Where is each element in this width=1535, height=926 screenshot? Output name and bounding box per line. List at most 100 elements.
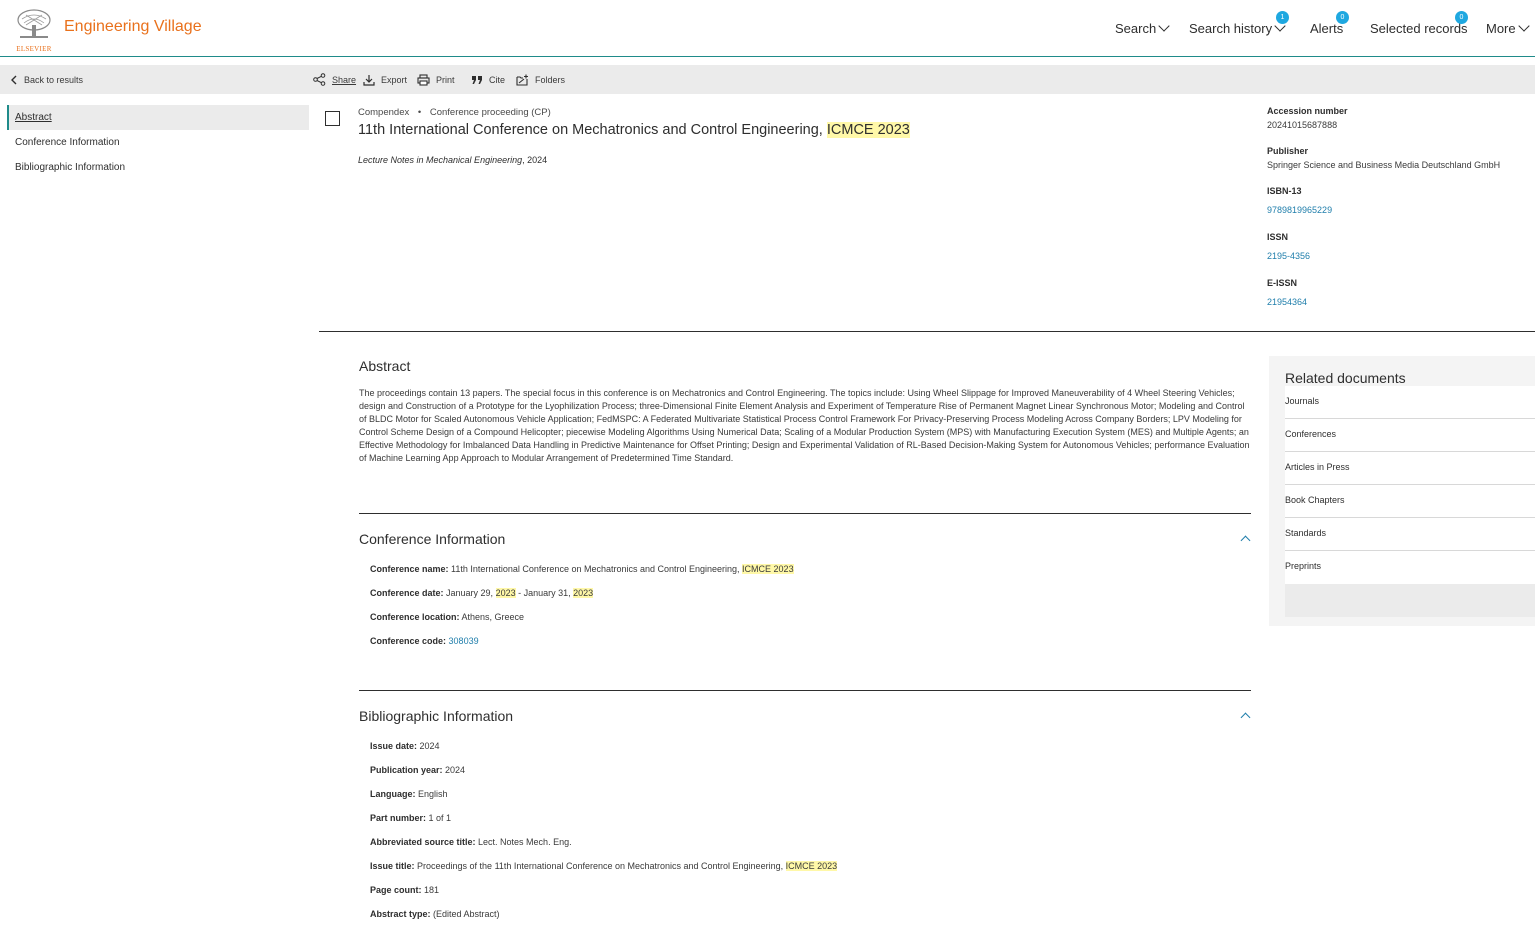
document-type: Conference proceeding (CP) — [429, 107, 551, 118]
source-line: Lecture Notes in Mechanical Engineering,… — [358, 155, 547, 165]
abbreviated-source-title-value: Lect. Notes Mech. Eng. — [475, 837, 572, 847]
conference-location-field: Conference location: Athens, Greece — [370, 612, 524, 622]
select-record-checkbox[interactable] — [325, 111, 340, 126]
elsevier-logo[interactable]: ELSEVIER — [16, 9, 52, 53]
nav-alerts[interactable]: Alerts — [1310, 21, 1343, 36]
print-button[interactable]: Print — [417, 65, 455, 94]
abbreviated-source-title-label: Abbreviated source title: — [370, 837, 476, 847]
issue-title-value: Proceedings of the 11th International Co… — [414, 861, 786, 871]
folders-label: Folders — [535, 74, 566, 85]
conference-date-start-year: 2023 — [495, 588, 516, 598]
sidebar-item-conference-information[interactable]: Conference Information — [7, 130, 309, 155]
publisher-label: Publisher — [1267, 146, 1309, 156]
conference-name-label: Conference name: — [370, 564, 449, 574]
nav-more[interactable]: More — [1486, 20, 1530, 36]
record-title-text: 11th International Conference on Mechatr… — [358, 122, 827, 138]
section-navigation: Abstract Conference Information Bibliogr… — [7, 105, 309, 180]
part-number-label: Part number: — [370, 813, 427, 823]
issn-link[interactable]: 2195-4356 — [1267, 251, 1532, 261]
cite-button[interactable]: Cite — [471, 65, 505, 94]
nav-selected-records-label: Selected records — [1370, 21, 1468, 36]
conference-info-heading: Conference Information — [359, 531, 506, 547]
related-item-standards[interactable]: Standards — [1285, 518, 1535, 551]
eissn-link[interactable]: 21954364 — [1267, 297, 1532, 307]
nav-search[interactable]: Search — [1115, 20, 1170, 36]
conference-name-highlight: ICMCE 2023 — [742, 564, 794, 574]
export-button[interactable]: Export — [363, 65, 407, 94]
conference-date-end-year: 2023 — [573, 588, 594, 598]
conference-location-value: Athens, Greece — [459, 612, 525, 622]
isbn-link[interactable]: 9789819965229 — [1267, 205, 1532, 215]
conference-date-end: - January 31, — [515, 588, 574, 598]
record-title: 11th International Conference on Mechatr… — [358, 122, 910, 138]
abstract-type-label: Abstract type: — [370, 909, 431, 919]
printer-icon — [417, 73, 430, 86]
abstract-text: The proceedings contain 13 papers. The s… — [359, 388, 1250, 463]
export-label: Export — [381, 74, 408, 85]
issn-label: ISSN — [1267, 232, 1289, 242]
related-item-journals[interactable]: Journals — [1285, 386, 1535, 419]
back-to-results-label: Back to results — [24, 74, 84, 85]
share-icon — [313, 73, 326, 86]
conference-name-field: Conference name: 11th International Conf… — [370, 564, 794, 574]
related-documents-panel: Related documents Journals Conferences A… — [1269, 356, 1535, 626]
conference-location-label: Conference location: — [370, 612, 460, 622]
issue-date-label: Issue date: — [370, 741, 418, 751]
sidebar-item-bibliographic-information[interactable]: Bibliographic Information — [7, 155, 309, 180]
nav-search-label: Search — [1115, 21, 1157, 36]
accession-number-value: 20241015687888 — [1267, 120, 1338, 130]
related-item-articles-in-press[interactable]: Articles in Press — [1285, 452, 1535, 485]
related-item-preprints[interactable]: Preprints — [1285, 551, 1535, 584]
part-number-field: Part number: 1 of 1 — [370, 813, 451, 823]
selected-records-badge: 0 — [1455, 11, 1468, 24]
publication-year-value: 2024 — [442, 765, 466, 775]
nav-search-history-label: Search history — [1189, 21, 1273, 36]
database-name: Compendex — [358, 107, 410, 118]
publication-year-field: Publication year: 2024 — [370, 765, 465, 775]
share-button[interactable]: Share — [313, 65, 356, 94]
accession-number-label: Accession number — [1267, 106, 1348, 116]
share-label: Share — [332, 74, 357, 85]
nav-search-history[interactable]: Search history — [1189, 20, 1286, 36]
conference-code-link[interactable]: 308039 — [449, 636, 479, 646]
cite-label: Cite — [489, 74, 506, 85]
nav-more-label: More — [1486, 21, 1516, 36]
related-documents-footer — [1285, 584, 1535, 617]
page-count-label: Page count: — [370, 885, 422, 895]
meta-separator: • — [417, 107, 422, 118]
chevron-up-icon[interactable] — [1240, 535, 1251, 546]
conference-name-value: 11th International Conference on Mechatr… — [448, 564, 743, 574]
related-item-book-chapters[interactable]: Book Chapters — [1285, 485, 1535, 518]
part-number-value: 1 of 1 — [426, 813, 452, 823]
record-title-highlight: ICMCE 2023 — [826, 122, 910, 138]
record-meta: Compendex • Conference proceeding (CP) — [358, 107, 551, 118]
related-documents-list: Journals Conferences Articles in Press B… — [1285, 386, 1535, 617]
page-count-field: Page count: 181 — [370, 885, 439, 895]
nav-alerts-label: Alerts — [1310, 21, 1344, 36]
issue-date-value: 2024 — [417, 741, 440, 751]
record-divider — [319, 331, 1535, 332]
publisher-value: Springer Science and Business Media Deut… — [1267, 160, 1501, 170]
section-divider — [359, 690, 1251, 691]
page-count-value: 181 — [421, 885, 440, 895]
chevron-left-icon — [11, 75, 17, 84]
language-value: English — [415, 789, 448, 799]
search-history-badge: 1 — [1276, 11, 1289, 24]
chevron-up-icon[interactable] — [1240, 712, 1251, 723]
abstract-heading: Abstract — [359, 358, 411, 374]
sidebar-item-abstract[interactable]: Abstract — [7, 105, 309, 130]
publication-year-label: Publication year: — [370, 765, 443, 775]
brand-name[interactable]: Engineering Village — [64, 18, 202, 36]
issue-title-label: Issue title: — [370, 861, 415, 871]
conference-date-field: Conference date: January 29, 2023 - Janu… — [370, 588, 594, 598]
issue-title-field: Issue title: Proceedings of the 11th Int… — [370, 861, 838, 871]
nav-selected-records[interactable]: Selected records — [1370, 21, 1468, 36]
download-icon — [363, 74, 375, 86]
folders-button[interactable]: Folders — [516, 65, 565, 94]
related-item-conferences[interactable]: Conferences — [1285, 419, 1535, 452]
conference-date-start: January 29, — [443, 588, 496, 598]
alerts-badge: 0 — [1336, 11, 1349, 24]
abstract-type-field: Abstract type: (Edited Abstract) — [370, 909, 500, 919]
source-year: , 2024 — [522, 155, 548, 165]
back-to-results-link[interactable]: Back to results — [10, 65, 83, 94]
